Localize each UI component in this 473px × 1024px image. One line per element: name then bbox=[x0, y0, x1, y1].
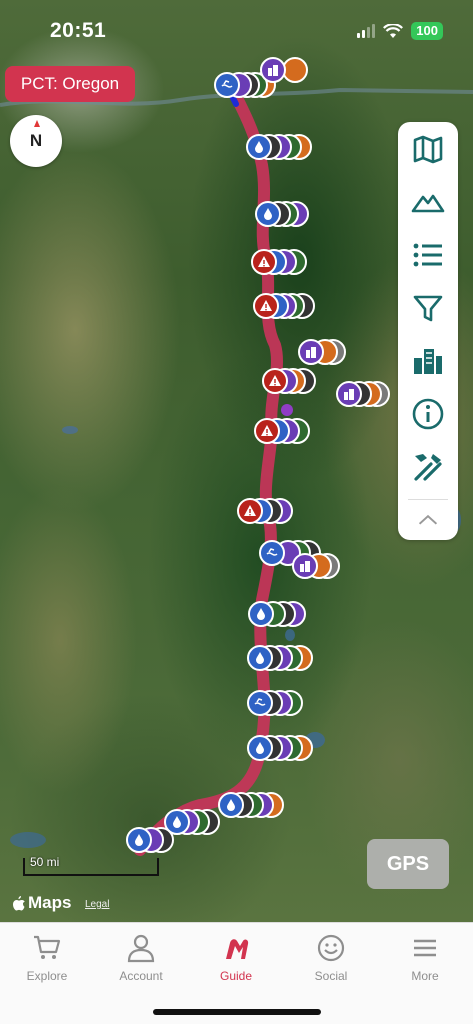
buildings-icon bbox=[298, 339, 324, 365]
water-drop-icon bbox=[247, 735, 273, 761]
tab-guide[interactable]: Guide bbox=[191, 933, 281, 983]
buildings-icon bbox=[414, 349, 442, 374]
buildings-icon bbox=[292, 553, 318, 579]
marker-water[interactable] bbox=[247, 735, 313, 761]
marker-town[interactable] bbox=[336, 381, 390, 407]
apple-logo-icon bbox=[13, 896, 25, 911]
cart-icon bbox=[34, 935, 61, 959]
map-toolbar bbox=[398, 122, 458, 540]
collapse-toolbar-button[interactable] bbox=[398, 500, 458, 540]
person-icon bbox=[127, 934, 155, 963]
marker-lake[interactable] bbox=[247, 690, 303, 716]
elevation-button[interactable] bbox=[398, 177, 458, 227]
marker-hazard[interactable] bbox=[254, 418, 310, 444]
marker-hazard[interactable] bbox=[262, 368, 316, 394]
warning-icon bbox=[254, 418, 280, 444]
map-icon bbox=[413, 135, 443, 164]
legal-link[interactable]: Legal bbox=[85, 899, 109, 910]
info-icon bbox=[412, 398, 444, 430]
swim-icon bbox=[247, 690, 273, 716]
water-drop-icon bbox=[255, 201, 281, 227]
buildings-icon bbox=[336, 381, 362, 407]
status-indicators: 100 bbox=[357, 22, 443, 40]
gps-button[interactable]: GPS bbox=[367, 839, 449, 889]
water-drop-icon bbox=[218, 792, 244, 818]
marker-hazard[interactable] bbox=[251, 249, 307, 275]
smiley-icon bbox=[317, 934, 345, 962]
marker-lake[interactable] bbox=[214, 72, 276, 98]
compass-button[interactable]: N bbox=[10, 115, 62, 167]
swim-icon bbox=[214, 72, 240, 98]
tab-explore[interactable]: Explore bbox=[2, 933, 92, 983]
tab-label: Account bbox=[119, 969, 163, 983]
filter-button[interactable] bbox=[398, 283, 458, 333]
wifi-icon bbox=[383, 23, 404, 38]
region-selector[interactable]: PCT: Oregon bbox=[5, 66, 135, 102]
compass-needle-icon bbox=[34, 120, 40, 127]
list-icon bbox=[413, 243, 442, 267]
warning-icon bbox=[253, 293, 279, 319]
info-button[interactable] bbox=[398, 389, 458, 439]
marker-water[interactable] bbox=[248, 601, 306, 627]
tools-button[interactable] bbox=[398, 442, 458, 492]
marker-lake[interactable] bbox=[259, 540, 321, 566]
cellular-signal-icon bbox=[357, 24, 376, 38]
tab-more[interactable]: More bbox=[380, 933, 470, 983]
filter-icon bbox=[413, 295, 443, 322]
marker-town[interactable] bbox=[292, 553, 340, 579]
chevron-up-icon bbox=[418, 514, 438, 525]
marker-town[interactable] bbox=[298, 339, 346, 365]
home-indicator bbox=[153, 1009, 321, 1015]
marker-water[interactable] bbox=[247, 645, 313, 671]
tools-icon bbox=[414, 454, 442, 481]
tab-label: More bbox=[411, 969, 439, 983]
marker-water[interactable] bbox=[126, 827, 174, 853]
tab-label: Explore bbox=[26, 969, 68, 983]
tab-label: Social bbox=[314, 969, 348, 983]
marker-hazard[interactable] bbox=[237, 498, 293, 524]
battery-indicator: 100 bbox=[411, 22, 443, 40]
menu-icon bbox=[414, 939, 436, 957]
towns-button[interactable] bbox=[398, 336, 458, 386]
water-drop-icon bbox=[246, 134, 272, 160]
list-button[interactable] bbox=[398, 230, 458, 280]
compass-label: N bbox=[29, 131, 43, 150]
water-drop-icon bbox=[248, 601, 274, 627]
tab-label: Guide bbox=[219, 969, 253, 983]
tab-social[interactable]: Social bbox=[286, 933, 376, 983]
marker-town[interactable] bbox=[260, 57, 308, 83]
maps-attribution: Maps bbox=[12, 893, 71, 913]
buildings-icon bbox=[260, 57, 286, 83]
water-drop-icon bbox=[247, 645, 273, 671]
marker-water[interactable] bbox=[218, 792, 284, 818]
water-drop-icon bbox=[126, 827, 152, 853]
warning-icon bbox=[251, 249, 277, 275]
status-time: 20:51 bbox=[50, 19, 107, 42]
tab-account[interactable]: Account bbox=[96, 933, 186, 983]
marker-water[interactable] bbox=[255, 201, 309, 227]
mountain-icon bbox=[411, 194, 445, 213]
warning-icon bbox=[262, 368, 288, 394]
map-layers-button[interactable] bbox=[398, 124, 458, 174]
swim-icon bbox=[259, 540, 285, 566]
marker-water[interactable] bbox=[246, 134, 312, 160]
warning-icon bbox=[237, 498, 263, 524]
map-scale-label: 50 mi bbox=[30, 855, 60, 869]
maps-label: Maps bbox=[28, 893, 72, 912]
marker-hazard[interactable] bbox=[253, 293, 315, 319]
guide-logo-icon bbox=[226, 939, 249, 959]
